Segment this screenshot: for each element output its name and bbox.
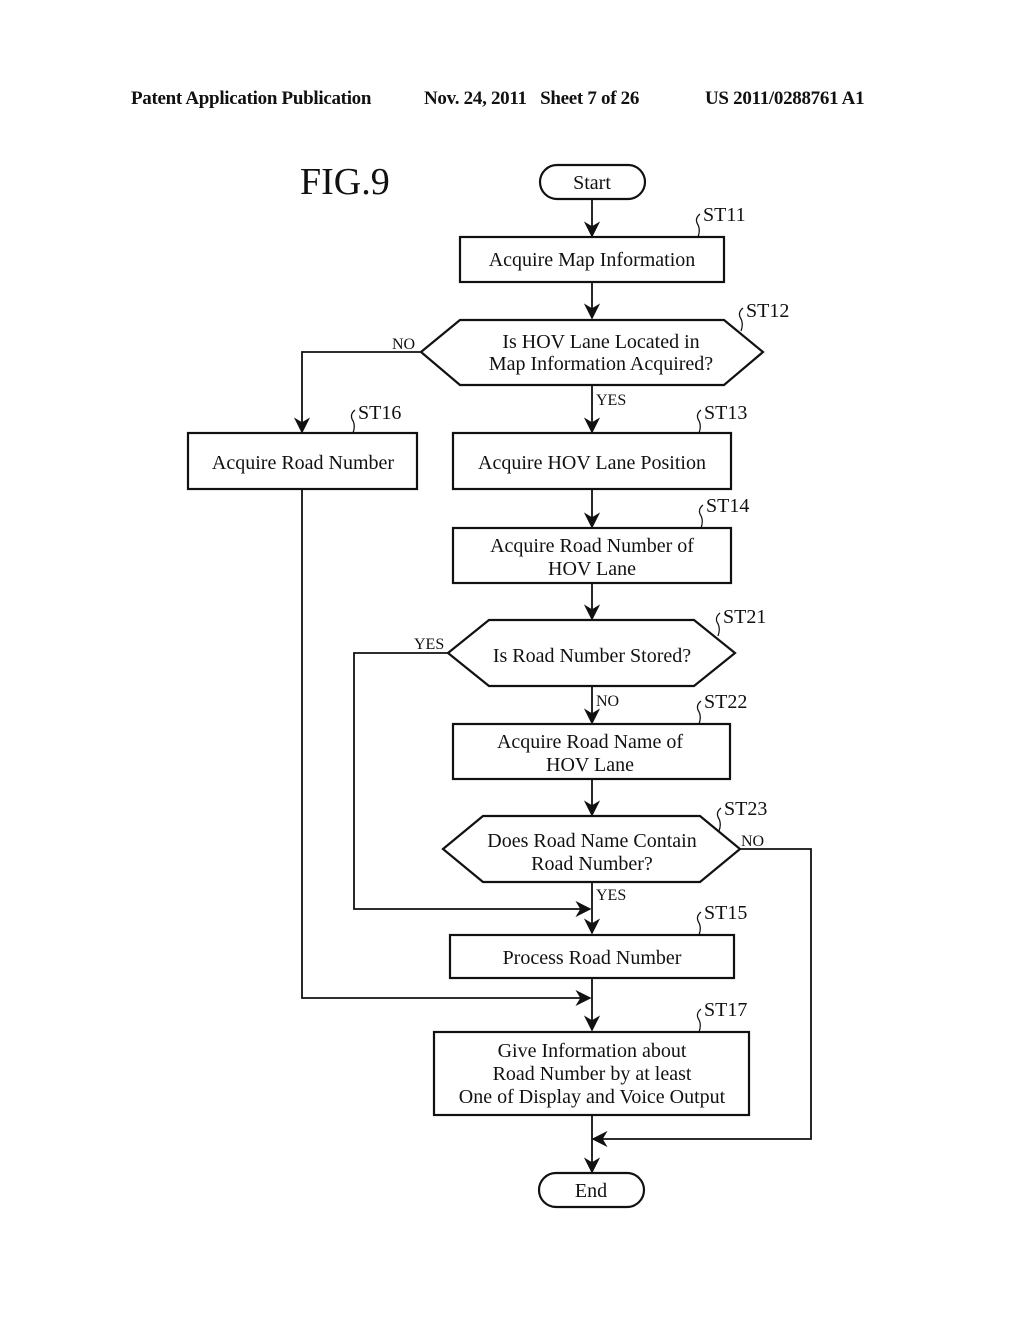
step-st23: Does Road Name Contain Road Number? ST23… xyxy=(441,798,767,904)
st11-text: Acquire Map Information xyxy=(489,249,696,271)
st17-text-line1: Give Information about xyxy=(498,1040,687,1062)
step-st12: Is HOV Lane Located in Map Information A… xyxy=(392,300,789,409)
st16-text: Acquire Road Number xyxy=(212,452,395,474)
st17-text-line3: One of Display and Voice Output xyxy=(459,1086,726,1108)
st17-id: ST17 xyxy=(704,999,747,1021)
st12-text-line1: Is HOV Lane Located in xyxy=(502,331,699,353)
st15-id: ST15 xyxy=(704,902,747,924)
st21-id: ST21 xyxy=(723,606,766,628)
st23-text-line2: Road Number? xyxy=(531,853,653,875)
st23-no-label: NO xyxy=(741,833,764,850)
start-terminal: Start xyxy=(538,163,647,201)
step-st14: Acquire Road Number of HOV Lane ST14 xyxy=(451,495,749,585)
st16-id: ST16 xyxy=(358,402,401,424)
step-st11: Acquire Map Information ST11 xyxy=(458,204,746,284)
st13-id: ST13 xyxy=(704,402,747,424)
st22-text-line2: HOV Lane xyxy=(546,754,634,776)
end-terminal: End xyxy=(537,1171,646,1209)
step-st15: Process Road Number ST15 xyxy=(448,902,747,980)
st21-yes-label: YES xyxy=(414,636,444,653)
flowchart: Start Acquire Map Information ST11 Is HO… xyxy=(186,163,812,1209)
st12-id: ST12 xyxy=(746,300,789,322)
st23-yes-label: YES xyxy=(596,887,626,904)
st23-text-line1: Does Road Name Contain xyxy=(487,830,696,852)
st22-id: ST22 xyxy=(704,691,747,713)
step-st13: Acquire HOV Lane Position ST13 xyxy=(451,402,747,491)
st14-id: ST14 xyxy=(706,495,749,517)
st12-text-line2: Map Information Acquired? xyxy=(489,353,713,375)
st14-text-line1: Acquire Road Number of xyxy=(490,535,694,557)
start-label: Start xyxy=(573,172,611,194)
st21-text: Is Road Number Stored? xyxy=(493,645,691,667)
st12-no-label: NO xyxy=(392,336,415,353)
st23-id: ST23 xyxy=(724,798,767,820)
st21-no-label: NO xyxy=(596,693,619,710)
end-label: End xyxy=(575,1180,607,1202)
st13-text: Acquire HOV Lane Position xyxy=(478,452,706,474)
st12-yes-label: YES xyxy=(596,392,626,409)
st11-id: ST11 xyxy=(703,204,746,226)
st14-text-line2: HOV Lane xyxy=(548,558,636,580)
st17-text-line2: Road Number by at least xyxy=(493,1063,692,1085)
st15-text: Process Road Number xyxy=(503,947,682,969)
st22-text-line1: Acquire Road Name of xyxy=(497,731,683,753)
